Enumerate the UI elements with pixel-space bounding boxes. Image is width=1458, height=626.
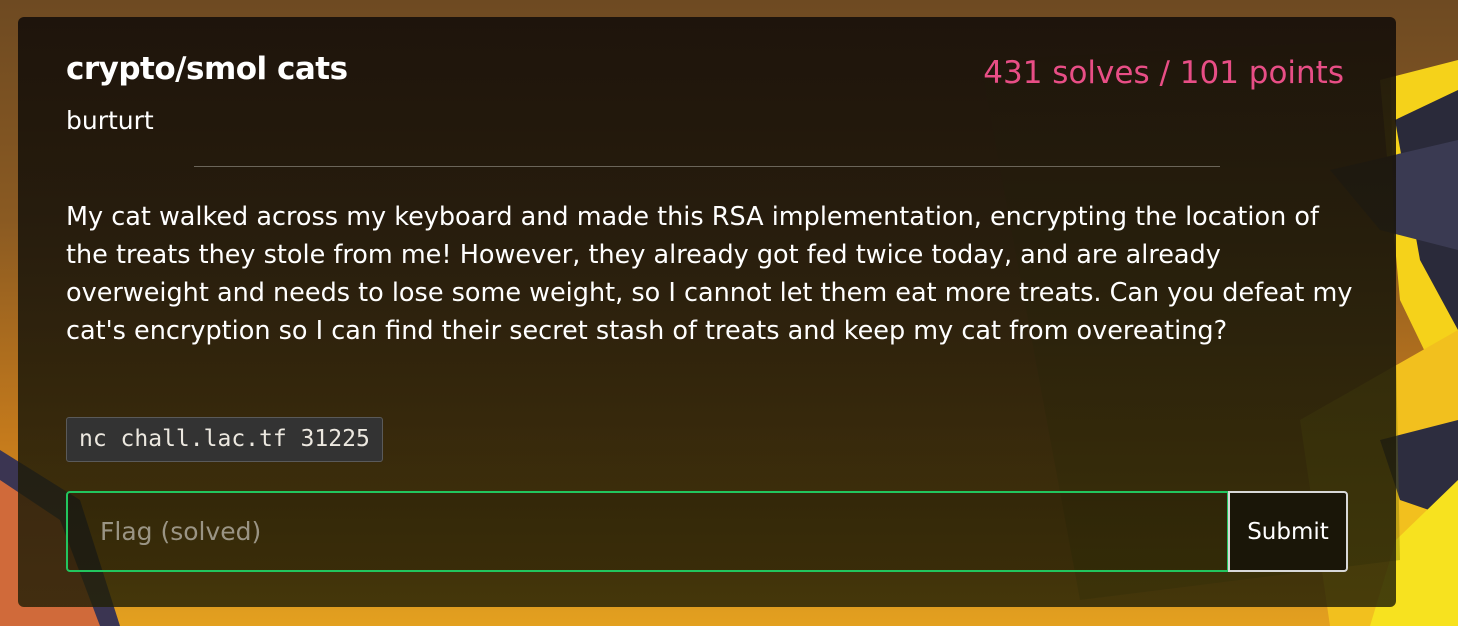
connection-command: nc chall.lac.tf 31225	[66, 417, 383, 462]
challenge-author: burturt	[66, 106, 154, 135]
challenge-description: My cat walked across my keyboard and mad…	[66, 202, 1353, 346]
challenge-title: crypto/smol cats	[66, 51, 348, 87]
solves-points-label: 431 solves / 101 points	[983, 55, 1344, 91]
challenge-card: crypto/smol cats burturt 431 solves / 10…	[18, 17, 1396, 607]
flag-input[interactable]	[66, 491, 1229, 572]
flag-form: Submit	[66, 491, 1348, 572]
divider	[194, 166, 1220, 167]
submit-button[interactable]: Submit	[1228, 491, 1348, 572]
